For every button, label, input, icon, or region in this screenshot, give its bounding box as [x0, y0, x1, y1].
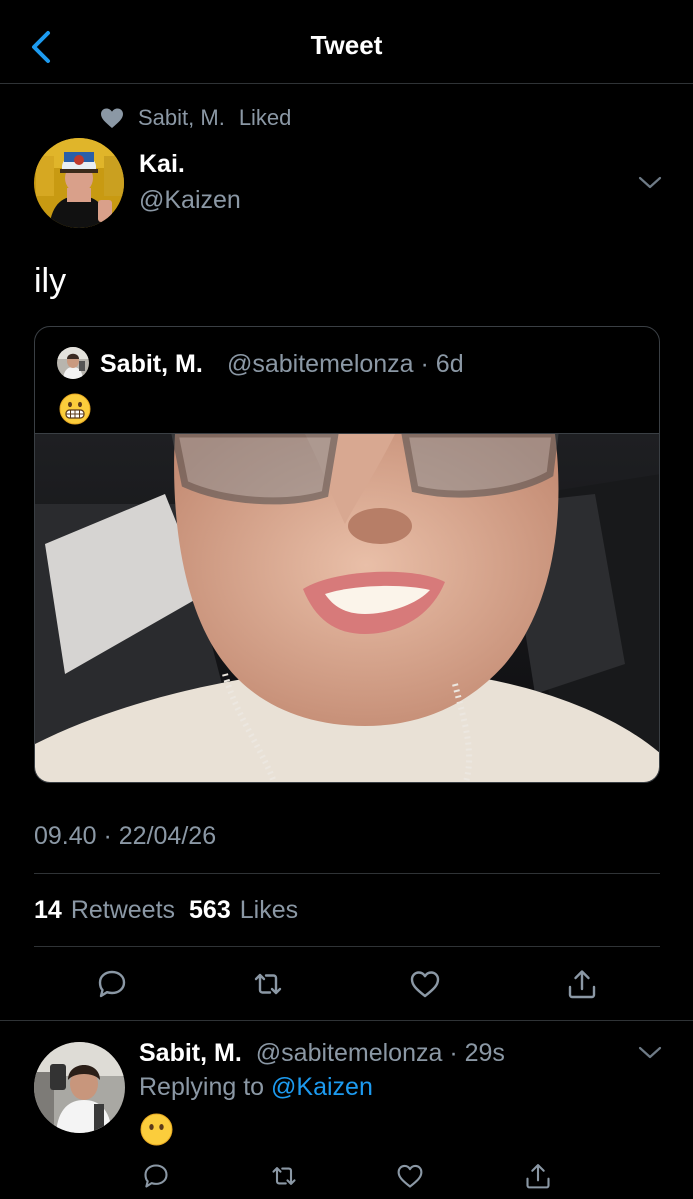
top-bar: Tweet	[0, 0, 693, 84]
reply-author-meta: @sabitemelonza · 29s	[255, 1039, 505, 1067]
share-icon	[526, 1164, 550, 1189]
retweets-label: Retweets	[70, 896, 176, 924]
replying-to-line: Replying to @Kaizen	[139, 1073, 373, 1102]
author-handle[interactable]: @Kaizen	[139, 186, 241, 215]
reply-retweet-button[interactable]	[264, 1156, 304, 1196]
heart-icon	[397, 1164, 423, 1188]
quoted-tweet-photo[interactable]	[35, 430, 659, 782]
liked-label: Liked	[238, 105, 292, 130]
avatar-image	[34, 1042, 125, 1133]
like-button[interactable]	[405, 964, 445, 1004]
selfie-photo-image	[35, 430, 659, 782]
likes-count: 563	[189, 896, 231, 924]
retweets-count: 14	[34, 896, 62, 924]
share-button[interactable]	[562, 964, 602, 1004]
retweet-icon	[272, 1167, 296, 1185]
reply-icon	[144, 1164, 168, 1188]
quoted-tweet-card[interactable]: Sabit, M. @sabitemelonza · 6d	[34, 326, 660, 783]
likes-label: Likes	[239, 896, 299, 924]
chevron-down-icon	[638, 1046, 662, 1059]
quoted-author-avatar[interactable]	[57, 347, 89, 379]
author-name[interactable]: Kai.	[139, 150, 185, 179]
likes-stat[interactable]: 563 Likes	[189, 896, 298, 925]
share-icon	[568, 970, 596, 999]
tweet-timestamp[interactable]: 09.40 · 22/04/26	[34, 822, 216, 851]
social-context: Sabit, M. Liked	[100, 104, 291, 132]
heart-icon	[101, 108, 123, 128]
quoted-author-name[interactable]: Sabit, M.	[100, 350, 203, 379]
tweet-stats: 14 Retweets 563 Likes	[34, 896, 312, 925]
grimacing-face-emoji-icon	[59, 393, 91, 425]
retweets-stat[interactable]: 14 Retweets	[34, 896, 175, 925]
chevron-down-icon	[638, 176, 662, 189]
quoted-author-meta: @sabitemelonza · 6d	[227, 350, 464, 378]
tweet-text: ily	[34, 262, 67, 300]
divider	[34, 946, 660, 947]
reply-reply-button[interactable]	[136, 1156, 176, 1196]
liker-name[interactable]: Sabit, M.	[138, 105, 225, 131]
reply-author-name[interactable]: Sabit, M.	[139, 1039, 242, 1068]
divider	[34, 873, 660, 874]
reply-author-avatar[interactable]	[34, 1042, 125, 1133]
avatar-image	[57, 347, 89, 379]
avatar-image	[34, 138, 124, 228]
retweet-icon	[254, 973, 282, 995]
page-title: Tweet	[310, 30, 383, 60]
reply-options-button[interactable]	[637, 1044, 663, 1062]
reply-icon	[98, 970, 126, 998]
reply-like-button[interactable]	[390, 1156, 430, 1196]
author-avatar[interactable]	[34, 138, 124, 228]
replying-to-label: Replying to	[139, 1073, 272, 1101]
reply-share-button[interactable]	[518, 1156, 558, 1196]
tweet-options-button[interactable]	[637, 174, 663, 192]
tweet-detail-screen: Tweet Sabit, M. Liked Kai. @Kaizen ily S…	[0, 0, 693, 1199]
replying-to-mention[interactable]: @Kaizen	[271, 1073, 373, 1101]
face-without-mouth-emoji-icon	[140, 1113, 173, 1146]
reply-header: Sabit, M. @sabitemelonza · 29s	[139, 1039, 505, 1068]
reply-button[interactable]	[92, 964, 132, 1004]
retweet-button[interactable]	[248, 964, 288, 1004]
heart-icon	[410, 971, 440, 998]
divider	[0, 1020, 693, 1021]
